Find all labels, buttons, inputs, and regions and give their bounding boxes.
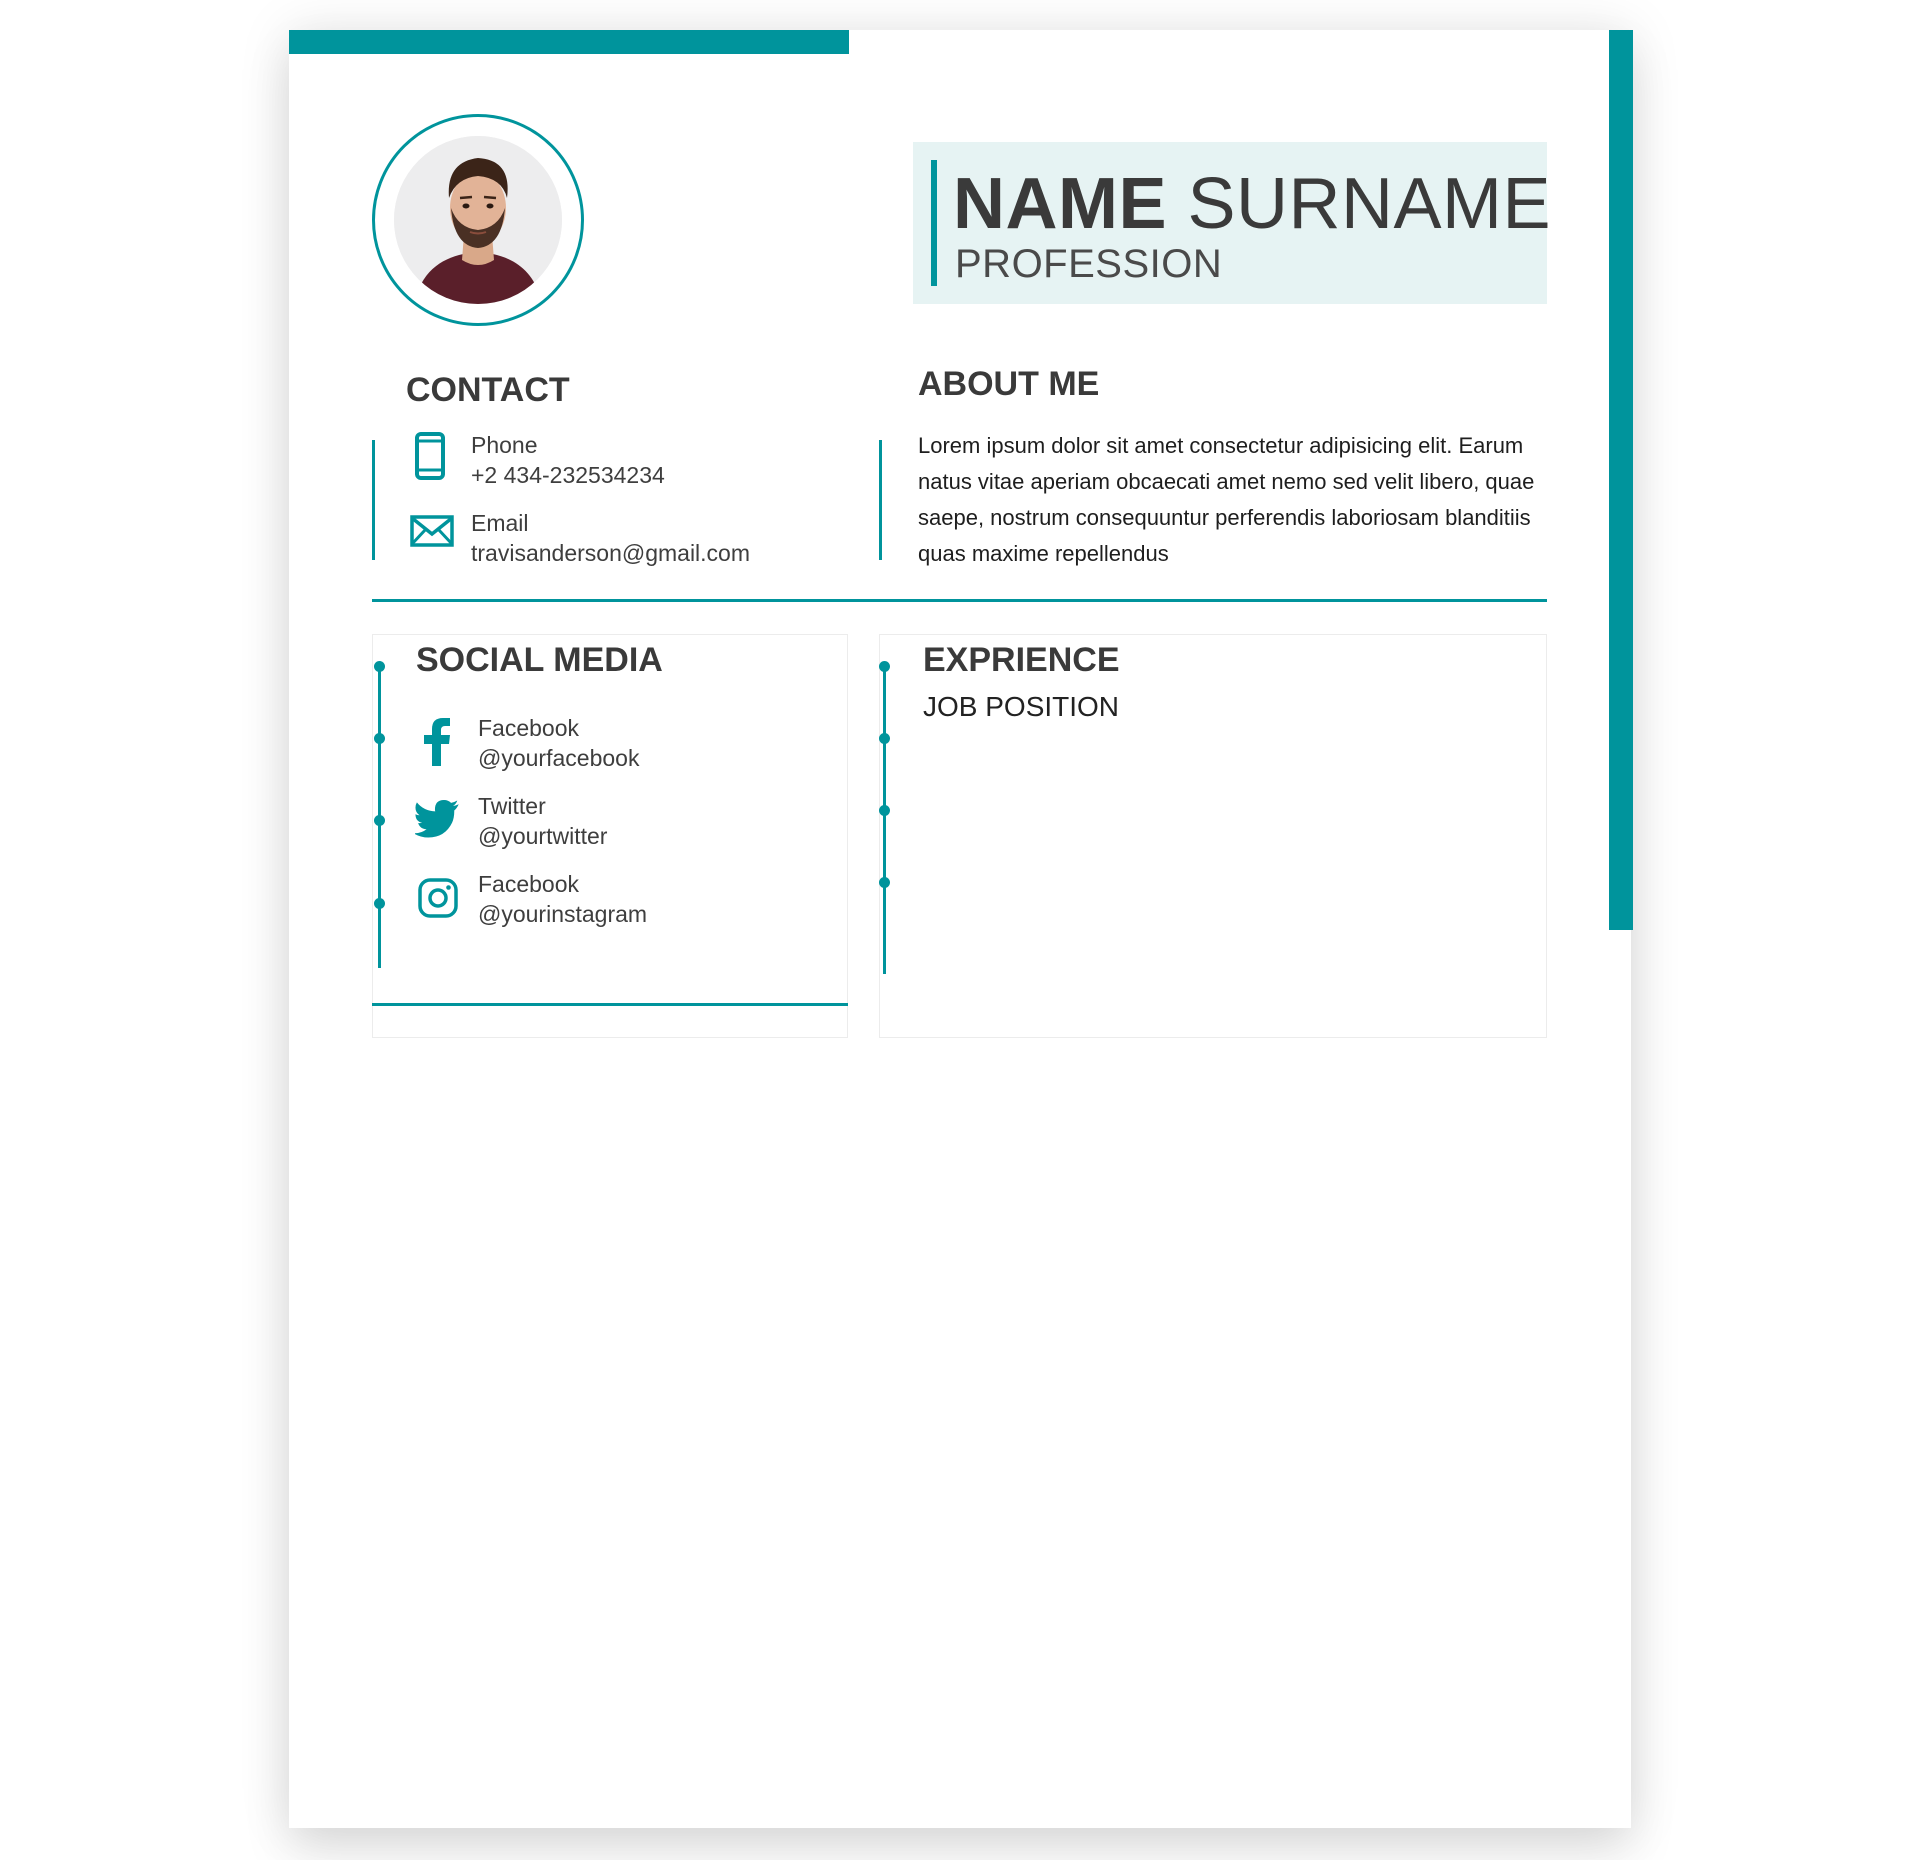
social-timeline-dot xyxy=(374,815,385,826)
about-divider-left xyxy=(879,440,882,560)
social-facebook-handle[interactable]: @yourfacebook xyxy=(478,743,639,773)
full-name: NAME SURNAME xyxy=(953,162,1551,246)
social-timeline-dot xyxy=(374,661,385,672)
social-card-bottom-line xyxy=(372,1003,848,1006)
social-timeline-dot xyxy=(374,733,385,744)
contact-divider-left xyxy=(372,440,375,560)
facebook-icon[interactable] xyxy=(423,718,451,766)
section-divider xyxy=(372,599,1547,602)
instagram-icon[interactable] xyxy=(418,878,458,918)
person-portrait-icon xyxy=(394,136,562,304)
right-accent-bar xyxy=(1609,30,1633,930)
profession: PROFESSION xyxy=(955,242,1223,286)
experience-timeline-line xyxy=(883,664,886,974)
social-instagram-handle[interactable]: @yourinstagram xyxy=(478,899,647,929)
social-twitter-handle[interactable]: @yourtwitter xyxy=(478,821,607,851)
social-instagram-label: Facebook xyxy=(478,871,580,897)
first-name: NAME xyxy=(953,164,1167,244)
experience-timeline-dot xyxy=(879,733,890,744)
social-timeline-dot xyxy=(374,898,385,909)
about-text: Lorem ipsum dolor sit amet consectetur a… xyxy=(918,433,1535,566)
experience-title: EXPRIENCE xyxy=(923,641,1120,679)
contact-email-label: Email xyxy=(471,510,529,536)
social-title: SOCIAL MEDIA xyxy=(416,641,663,679)
experience-timeline-dot xyxy=(879,877,890,888)
about-title: ABOUT ME xyxy=(918,365,1100,403)
last-name: SURNAME xyxy=(1187,164,1552,244)
twitter-icon[interactable] xyxy=(415,800,461,838)
name-accent-bar xyxy=(931,160,937,286)
social-facebook-label: Facebook xyxy=(478,715,580,741)
experience-timeline-dot xyxy=(879,805,890,816)
top-accent-bar xyxy=(289,30,849,54)
phone-icon xyxy=(415,432,445,480)
contact-title: CONTACT xyxy=(406,371,570,409)
contact-phone-value[interactable]: +2 434-232534234 xyxy=(471,460,665,490)
profile-photo xyxy=(394,136,562,304)
resume-page: NAME SURNAME PROFESSION CONTACT Phone +2… xyxy=(289,30,1633,1828)
experience-timeline-dot xyxy=(879,661,890,672)
profile-photo-frame xyxy=(372,114,584,326)
social-twitter-label: Twitter xyxy=(478,793,546,819)
job-position: JOB POSITION xyxy=(923,691,1120,722)
email-icon xyxy=(410,515,454,547)
contact-phone-label: Phone xyxy=(471,432,538,458)
name-header-box: NAME SURNAME PROFESSION xyxy=(913,142,1551,304)
contact-email-value[interactable]: travisanderson@gmail.com xyxy=(471,538,750,568)
